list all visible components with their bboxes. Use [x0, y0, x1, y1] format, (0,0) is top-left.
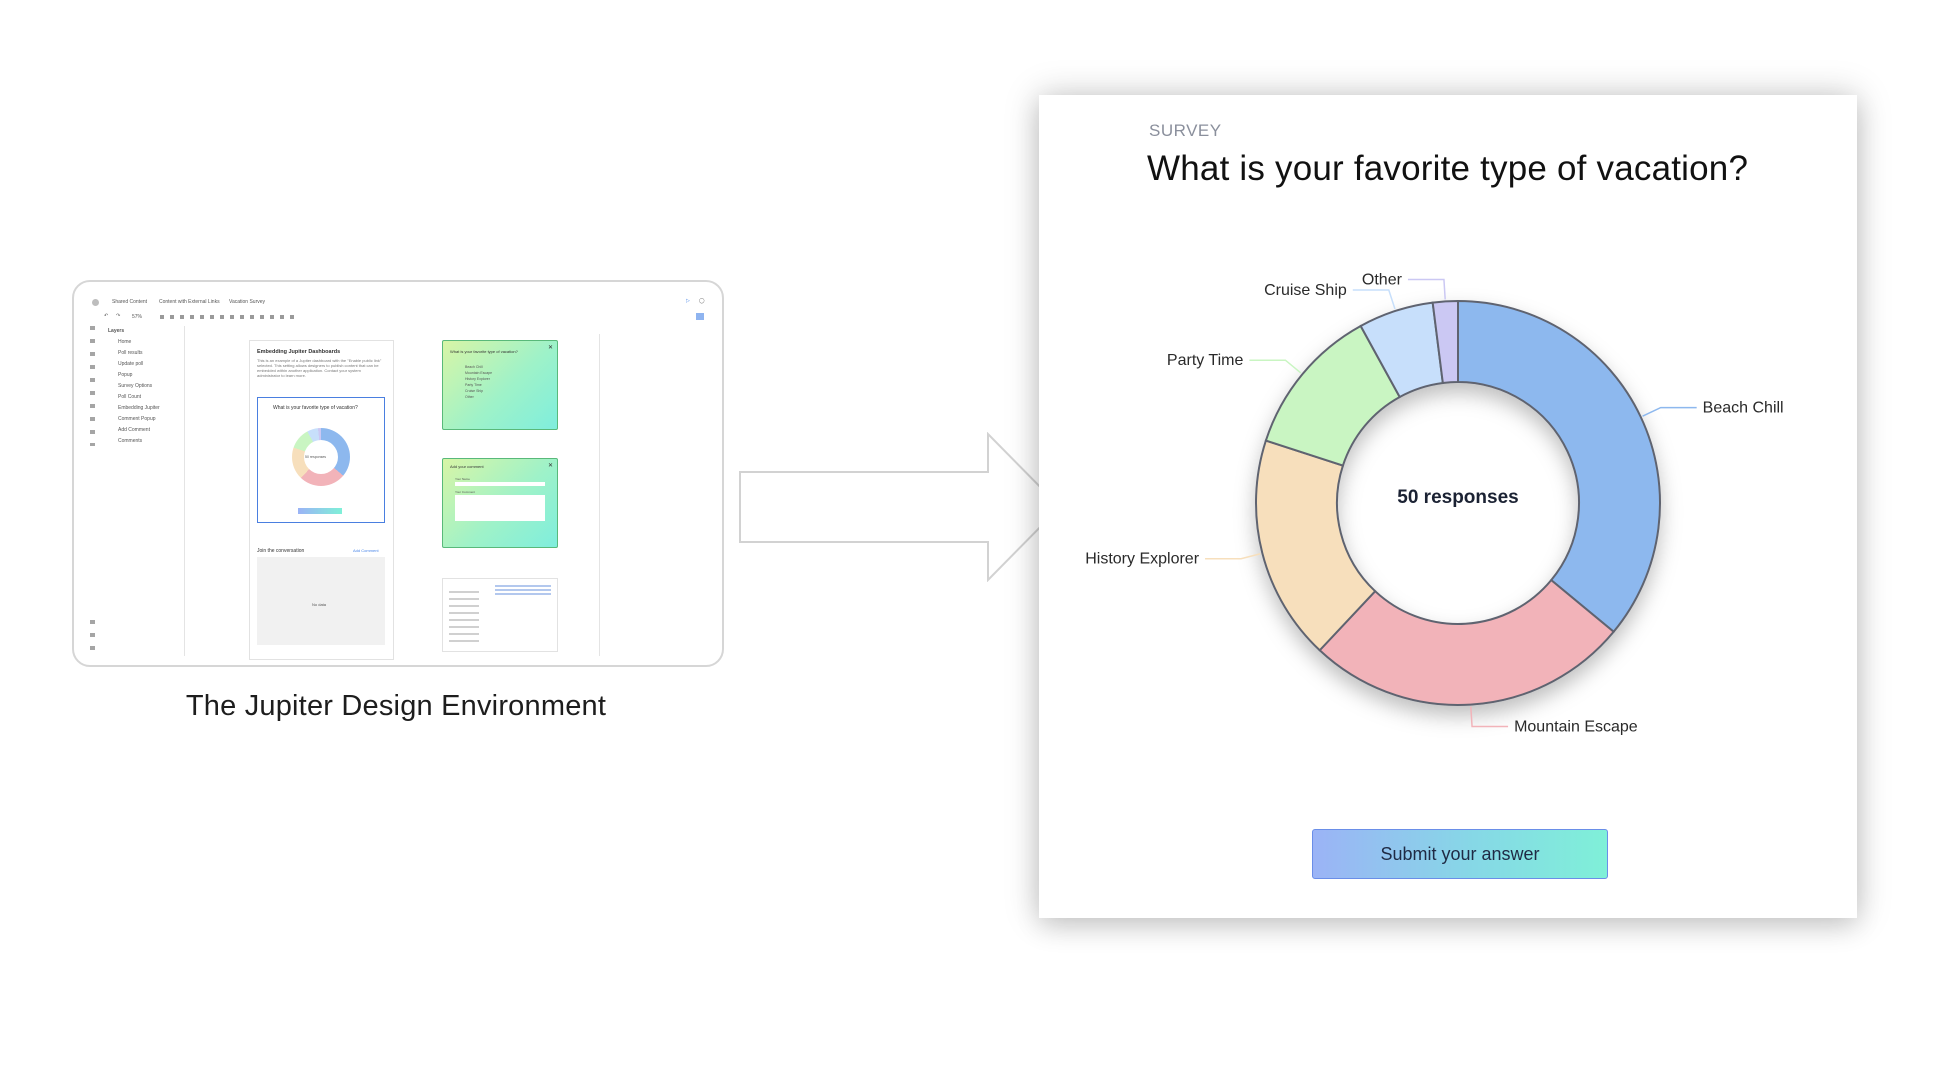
- donut-leader-line: [1205, 553, 1261, 560]
- thumb-add-comment[interactable]: Add Comment: [353, 548, 379, 553]
- thumb-popup-option[interactable]: History Explorer: [465, 377, 490, 381]
- thumb-toolbar-icons[interactable]: [160, 315, 300, 319]
- thumb-layer-item[interactable]: Add Comment: [118, 427, 150, 433]
- thumb-popup-question: What is your favorite type of vacation?: [450, 349, 518, 354]
- survey-card: SURVEY What is your favorite type of vac…: [1039, 95, 1857, 918]
- thumb-popup-option[interactable]: Other: [465, 395, 474, 399]
- thumb-zoom[interactable]: 57%: [132, 314, 142, 320]
- donut-leader-line: [1249, 359, 1302, 374]
- thumb-breadcrumb-3[interactable]: Vacation Survey: [229, 299, 265, 305]
- donut-leader-line: [1642, 406, 1697, 417]
- thumbnail-caption: The Jupiter Design Environment: [185, 690, 607, 722]
- thumb-close-icon[interactable]: ✕: [548, 462, 553, 469]
- thumb-popup-option[interactable]: Beach Chill: [465, 365, 483, 369]
- thumb-breadcrumb-1[interactable]: Shared Content: [112, 299, 147, 305]
- thumb-comment-popup: Add your comment ✕ Your Name Your Commen…: [442, 458, 558, 548]
- thumb-popup-option[interactable]: Party Time: [465, 383, 482, 387]
- donut-leader-line: [1352, 289, 1396, 310]
- thumb-data-panel-rows: [449, 591, 479, 647]
- thumb-layer-item[interactable]: Poll results: [118, 350, 142, 356]
- thumb-selected-chart[interactable]: What is your favorite type of vacation? …: [257, 397, 385, 523]
- submit-answer-button[interactable]: Submit your answer: [1312, 829, 1608, 879]
- donut-slice-label: Other: [1362, 271, 1403, 288]
- donut-chart: Beach Chill Mountain Escape History Explor…: [1085, 271, 1784, 736]
- thumb-app-logo: [92, 299, 99, 306]
- donut-center-label: 50 responses: [1397, 487, 1518, 508]
- thumb-layer-item[interactable]: Home: [118, 339, 131, 345]
- thumb-icon-rail-bottom[interactable]: [90, 620, 95, 654]
- thumb-mini-question: What is your favorite type of vacation?: [273, 405, 358, 411]
- thumb-data-panel: [442, 578, 558, 652]
- thumb-layer-item[interactable]: Embedding Jupiter: [118, 405, 160, 411]
- thumb-no-data: No data: [312, 602, 327, 607]
- thumb-comment-textarea[interactable]: [455, 495, 545, 521]
- thumb-mini-center: 50 responses: [305, 455, 327, 459]
- thumb-user-icon[interactable]: ◯: [699, 298, 705, 304]
- thumb-play-icon[interactable]: ▷: [686, 298, 690, 304]
- donut-leader-line: [1470, 706, 1509, 728]
- thumb-layer-item[interactable]: Survey Options: [118, 383, 152, 389]
- right-arrow-icon: [739, 432, 1062, 582]
- donut-leader-line: [1407, 278, 1446, 300]
- thumb-undo-icon[interactable]: ↶: [104, 313, 108, 319]
- thumb-panel-toggle-icon[interactable]: [696, 313, 704, 320]
- donut-slice-beach-chill[interactable]: [1457, 299, 1661, 634]
- thumb-icon-rail[interactable]: [90, 326, 95, 446]
- thumb-layer-item[interactable]: Popup: [118, 372, 132, 378]
- thumb-comment-title: Add your comment: [450, 464, 484, 469]
- thumb-comment-name: Your Name: [455, 477, 470, 481]
- thumb-panel-divider: [184, 326, 185, 656]
- thumb-comment-label: Your Comment: [455, 490, 475, 494]
- thumb-breadcrumb-2[interactable]: Content with External Links: [159, 299, 220, 305]
- thumb-layer-item[interactable]: Comment Popup: [118, 416, 156, 422]
- donut-slice-label: Party Time: [1167, 352, 1244, 369]
- donut-slice-label: Beach Chill: [1703, 400, 1784, 417]
- thumb-doc-title: Embedding Jupiter Dashboards: [257, 349, 341, 355]
- thumb-canvas-page: Embedding Jupiter Dashboards This is an …: [249, 340, 394, 660]
- thumb-data-panel-code: [495, 585, 551, 595]
- thumb-survey-popup: What is your favorite type of vacation? …: [442, 340, 558, 430]
- thumb-layer-item[interactable]: Poll Count: [118, 394, 141, 400]
- thumb-doc-text: This is an example of a Jupiter dashboar…: [257, 358, 382, 378]
- thumb-layer-item[interactable]: Update poll: [118, 361, 143, 367]
- thumb-name-input[interactable]: [455, 482, 545, 486]
- thumb-close-icon[interactable]: ✕: [548, 344, 553, 351]
- design-environment-thumbnail: Shared Content Content with External Lin…: [72, 280, 724, 667]
- thumb-popup-option[interactable]: Cruise Ship: [465, 389, 483, 393]
- thumb-popup-option[interactable]: Mountain Escape: [465, 371, 492, 375]
- thumb-redo-icon[interactable]: ↷: [116, 313, 120, 319]
- thumb-layers-title: Layers: [108, 328, 125, 334]
- donut-slice-label: History Explorer: [1085, 551, 1199, 568]
- donut-slice-label: Cruise Ship: [1264, 282, 1347, 299]
- thumb-no-data-box: No data: [257, 557, 385, 645]
- thumb-right-divider: [599, 334, 600, 656]
- thumb-layer-item[interactable]: Comments: [118, 438, 142, 444]
- thumb-conversation-title: Join the conversation: [257, 548, 305, 554]
- thumb-mini-submit[interactable]: [298, 508, 342, 514]
- donut-slice-label: Mountain Escape: [1514, 719, 1638, 736]
